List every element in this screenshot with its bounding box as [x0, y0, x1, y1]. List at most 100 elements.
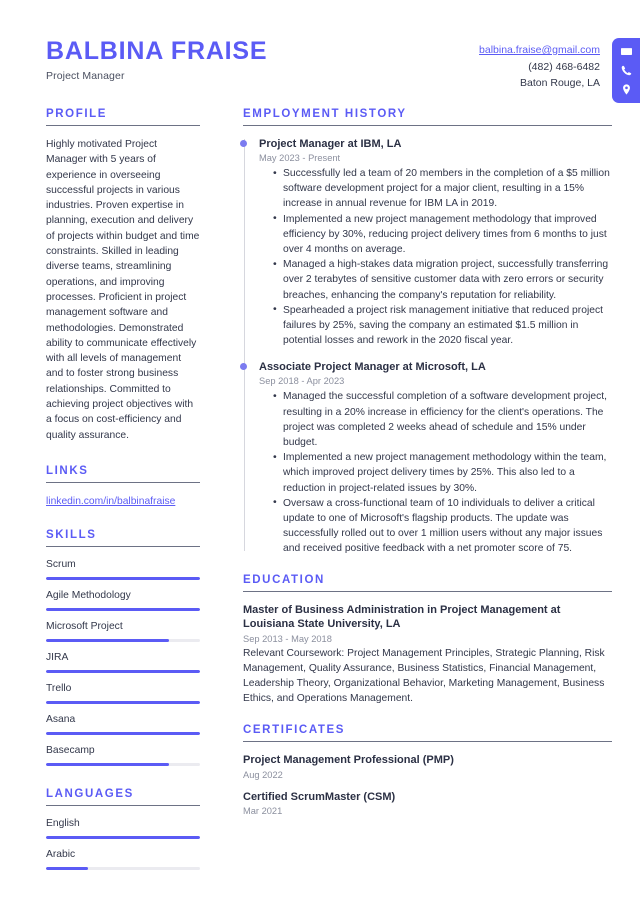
list-item: Trello [46, 682, 200, 704]
skill-label: Agile Methodology [46, 589, 131, 601]
envelope-icon [618, 43, 634, 59]
employment-entry: Associate Project Manager at Microsoft, … [240, 360, 612, 556]
contact-phone: (482) 468-6482 [528, 60, 600, 73]
list-item: JIRA [46, 651, 200, 673]
education-entry: Master of Business Administration in Pro… [243, 603, 612, 707]
degree-dates: Sep 2013 - May 2018 [243, 633, 332, 644]
skill-fill [46, 700, 200, 704]
skill-label: Trello [46, 682, 72, 694]
contact-email-row: balbina.fraise@gmail.com [479, 42, 600, 59]
list-item: Implemented a new project management met… [273, 211, 612, 258]
degree-title: Master of Business Administration in Pro… [243, 603, 561, 631]
skill-label: Scrum [46, 558, 76, 570]
list-item: Microsoft Project [46, 620, 200, 642]
employment-timeline: Project Manager at IBM, LA May 2023 - Pr… [240, 137, 612, 557]
language-label: Arabic [46, 848, 76, 860]
skill-label: Microsoft Project [46, 620, 123, 632]
skill-label: JIRA [46, 651, 69, 663]
divider [46, 481, 200, 483]
divider [243, 741, 612, 743]
skill-fill [46, 576, 200, 580]
list-item: Scrum [46, 558, 200, 580]
certificate-dates: Mar 2021 [243, 806, 283, 817]
job-dates: May 2023 - Present [259, 153, 341, 163]
section-languages: LANGUAGES English Arabic [46, 788, 200, 870]
list-item: Arabic [46, 848, 200, 870]
main-column: EMPLOYMENT HISTORY Project Manager at IB… [228, 108, 640, 887]
section-heading-certificates: CERTIFICATES [243, 724, 346, 737]
skill-track [46, 607, 200, 611]
section-employment: EMPLOYMENT HISTORY Project Manager at IB… [240, 108, 612, 557]
resume-header: BALBINA FRAISE Project Manager balbina.f… [0, 0, 640, 108]
sidebar-column: PROFILE Highly motivated Project Manager… [0, 108, 228, 887]
divider [46, 125, 200, 126]
list-item: Asana [46, 713, 200, 735]
certificate-title: Certified ScrumMaster (CSM) [243, 790, 396, 803]
section-heading-employment: EMPLOYMENT HISTORY [243, 108, 407, 120]
divider [243, 590, 612, 592]
skill-label: Basecamp [46, 744, 95, 756]
job-title: Project Manager at IBM, LA [259, 138, 402, 150]
job-dates: Sep 2018 - Apr 2023 [259, 376, 345, 387]
section-skills: SKILLS Scrum Agile Methodology Microsoft… [46, 529, 200, 766]
profile-text: Highly motivated Project Manager with 5 … [46, 139, 200, 441]
skill-fill [46, 607, 200, 611]
section-certificates: CERTIFICATES Project Management Professi… [243, 724, 612, 816]
list-item: Implemented a new project management met… [273, 450, 612, 496]
section-heading-links: LINKS [46, 464, 89, 477]
timeline-dot-icon [240, 363, 247, 371]
job-bullets: Managed the successful completion of a s… [273, 389, 612, 556]
list-item: Managed a high-stakes data migration pro… [273, 257, 612, 303]
email-link[interactable]: balbina.fraise@gmail.com [479, 44, 600, 56]
divider [46, 804, 200, 806]
language-track [46, 835, 200, 839]
list-item: Agile Methodology [46, 589, 200, 611]
page-title: BALBINA FRAISE [46, 37, 268, 65]
list-item: Successfully led a team of 20 members in… [273, 166, 612, 212]
skill-track [46, 700, 200, 704]
resume-body: PROFILE Highly motivated Project Manager… [0, 108, 640, 887]
section-heading-education: EDUCATION [243, 573, 325, 586]
contact-location: Baton Rouge, LA [520, 77, 600, 89]
skill-track [46, 638, 200, 642]
contact-details: balbina.fraise@gmail.com (482) 468-6482 … [479, 42, 600, 92]
section-heading-profile: PROFILE [46, 108, 108, 120]
phone-icon [618, 62, 634, 78]
degree-description: Relevant Coursework: Project Management … [243, 647, 605, 705]
language-label: English [46, 817, 80, 829]
divider [243, 125, 612, 126]
job-title: Project Manager [46, 69, 125, 82]
job-title: Associate Project Manager at Microsoft, … [259, 361, 486, 374]
certificate-dates: Aug 2022 [243, 769, 283, 780]
section-heading-skills: SKILLS [46, 528, 97, 541]
section-links: LINKS linkedin.com/in/balbinafraise [46, 465, 200, 509]
list-item: linkedin.com/in/balbinafraise [46, 494, 200, 509]
skill-fill [46, 638, 170, 642]
employment-entry: Project Manager at IBM, LA May 2023 - Pr… [240, 137, 612, 348]
divider [46, 545, 200, 547]
skill-fill [46, 762, 170, 766]
timeline-dot-icon [240, 140, 247, 147]
resume-page: BALBINA FRAISE Project Manager balbina.f… [0, 0, 640, 905]
location-pin-icon [618, 81, 634, 97]
certificate-entry: Project Management Professional (PMP) Au… [243, 753, 612, 780]
list-item: Managed the successful completion of a s… [273, 389, 612, 450]
certificate-title: Project Management Professional (PMP) [243, 754, 454, 767]
skill-track [46, 576, 200, 580]
certificate-entry: Certified ScrumMaster (CSM) Mar 2021 [243, 790, 612, 817]
job-bullets: Successfully led a team of 20 members in… [273, 166, 612, 348]
name-block: BALBINA FRAISE Project Manager [46, 37, 268, 82]
language-fill [46, 866, 88, 870]
skill-fill [46, 669, 200, 673]
list-item: English [46, 817, 200, 839]
skill-track [46, 669, 200, 673]
skill-track [46, 762, 200, 766]
section-profile: PROFILE Highly motivated Project Manager… [46, 108, 200, 443]
skill-fill [46, 731, 200, 735]
contact-icon-bar [612, 38, 640, 103]
list-item: Oversaw a cross-functional team of 10 in… [273, 495, 612, 557]
linkedin-link[interactable]: linkedin.com/in/balbinafraise [46, 496, 175, 507]
list-item: Spearheaded a project risk management in… [273, 302, 612, 349]
section-heading-languages: LANGUAGES [46, 787, 134, 800]
list-item: Basecamp [46, 744, 200, 766]
